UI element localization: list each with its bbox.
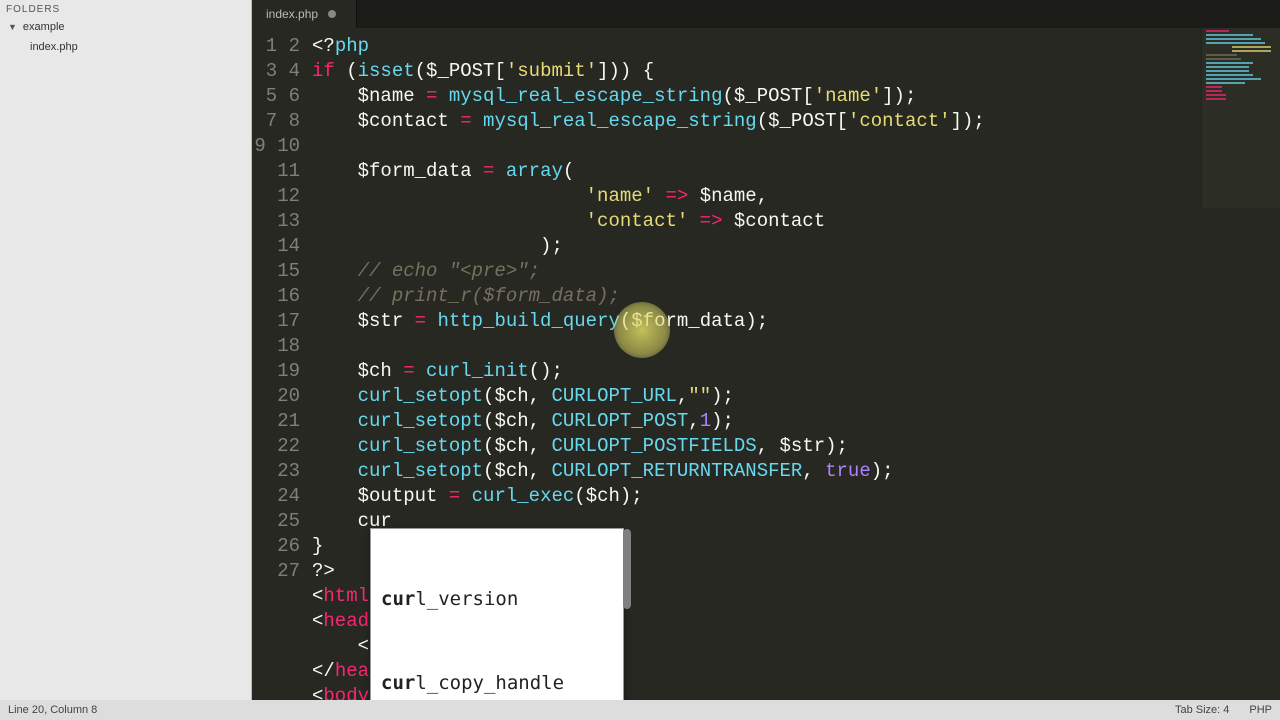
code-container: 1 2 3 4 5 6 7 8 9 10 11 12 13 14 15 16 1… <box>252 28 1280 720</box>
autocomplete-item[interactable]: curl_version <box>371 585 623 613</box>
dirty-indicator-icon <box>328 10 336 18</box>
folder-example[interactable]: ▼ example <box>0 17 251 37</box>
tabbar: index.php <box>252 0 1280 28</box>
sidebar: FOLDERS ▼ example index.php <box>0 0 252 720</box>
autocomplete-item[interactable]: curl_copy_handle <box>371 669 623 697</box>
file-index-php[interactable]: index.php <box>0 37 251 57</box>
folders-header: FOLDERS <box>0 0 251 17</box>
status-tab-size[interactable]: Tab Size: 4 <box>1175 704 1229 716</box>
folder-label: example <box>23 21 65 33</box>
autocomplete-scrollbar[interactable] <box>623 529 631 609</box>
minimap[interactable] <box>1201 28 1280 208</box>
tab-label: index.php <box>266 7 318 21</box>
tab-index-php[interactable]: index.php <box>252 0 357 28</box>
statusbar: Line 20, Column 8 Tab Size: 4 PHP <box>0 700 1280 720</box>
app-root: FOLDERS ▼ example index.php index.php 1 … <box>0 0 1280 720</box>
status-position[interactable]: Line 20, Column 8 <box>8 704 97 716</box>
editor-area: index.php 1 2 3 4 5 6 7 8 9 10 11 12 13 … <box>252 0 1280 720</box>
status-language[interactable]: PHP <box>1249 704 1272 716</box>
gutter: 1 2 3 4 5 6 7 8 9 10 11 12 13 14 15 16 1… <box>252 28 308 720</box>
disclosure-icon: ▼ <box>8 22 17 32</box>
file-label: index.php <box>30 41 78 53</box>
code-editor[interactable]: <?php if (isset($_POST['submit'])) { $na… <box>308 28 1280 720</box>
autocomplete-popup[interactable]: curl_version curl_copy_handle curl_multi… <box>370 528 624 720</box>
